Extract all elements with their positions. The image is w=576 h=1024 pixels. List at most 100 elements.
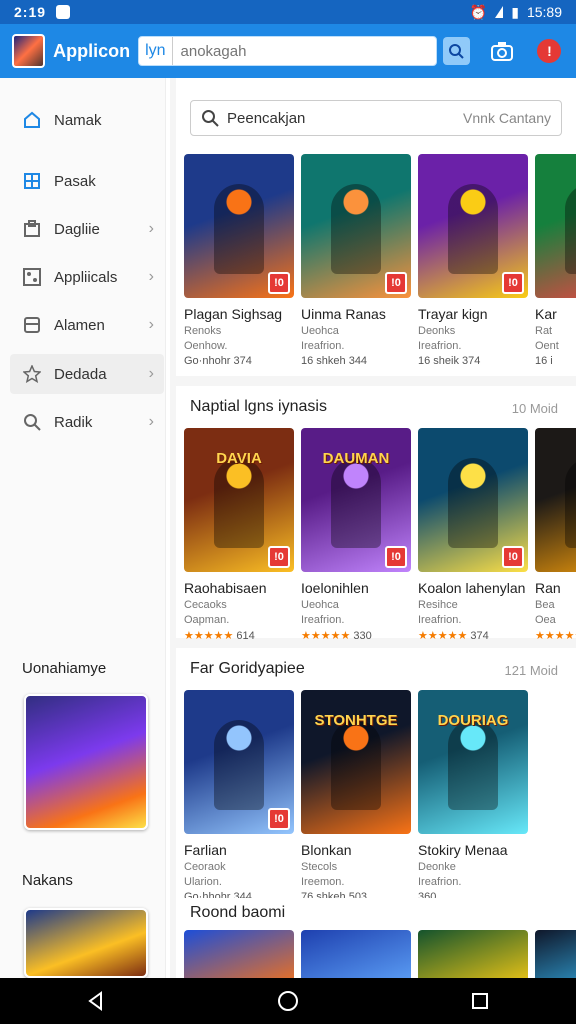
- search-icon: [202, 110, 219, 127]
- sidebar-item-alamen[interactable]: Alamen ›: [10, 305, 164, 345]
- game-cover-image[interactable]: [301, 930, 411, 978]
- sidebar-game-thumb[interactable]: [24, 694, 148, 830]
- notification-button[interactable]: !: [535, 36, 564, 66]
- game-developer: Rat: [535, 325, 553, 337]
- camera-button[interactable]: [488, 36, 517, 66]
- game-tile[interactable]: !0 Plagan Sighsag Renoks Oenhow. Go·nhohr 37…: [184, 154, 294, 367]
- status-time-right: 15:89: [526, 4, 562, 20]
- game-title[interactable]: Blonkan: [301, 842, 411, 858]
- game-tile[interactable]: !0 Uinma Ranas Ueohca Ireafrion. 16 shkeh 34…: [301, 154, 411, 367]
- game-cover-image[interactable]: DAVIA !0: [184, 428, 294, 572]
- game-title[interactable]: Plagan Sighsag: [184, 306, 294, 322]
- main-content: Peencakjan Vnnk Cantany !0 Plagan Sighsag…: [170, 78, 576, 978]
- game-tile[interactable]: STONHTGE Blonkan Stecols Ireemon. 76 shkeh 5…: [301, 690, 411, 903]
- game-developer: Deonks: [418, 325, 456, 337]
- chevron-right-icon: ›: [148, 413, 154, 430]
- sidebar-item-label: Alamen: [54, 316, 105, 334]
- character-illustration: [448, 720, 498, 810]
- game-cover-image[interactable]: !0: [184, 154, 294, 298]
- section-count[interactable]: 10 Moid: [512, 401, 558, 416]
- search-box[interactable]: lyn: [138, 36, 437, 66]
- game-title[interactable]: Stokiry Menaa: [418, 842, 528, 858]
- rating-value: 16 shkeh 344: [301, 355, 368, 367]
- star-icon: [22, 364, 42, 384]
- game-title[interactable]: Trayar kign: [418, 306, 528, 322]
- section-title: Naptial lgns iynasis: [190, 398, 327, 415]
- game-cover-image[interactable]: [184, 930, 294, 978]
- search-input[interactable]: [180, 42, 421, 60]
- sidebar-item-appliicals[interactable]: Appliicals ›: [10, 257, 164, 297]
- character-illustration: [565, 184, 576, 274]
- cover-title-text: DAVIA: [216, 450, 262, 467]
- sidebar-item-pasak[interactable]: Pasak: [10, 161, 164, 201]
- sidebar-item-label: Dedada: [54, 365, 107, 383]
- section-count[interactable]: 121 Moid: [505, 663, 558, 678]
- game-tile[interactable]: !0 Trayar kign Deonks Ireafrion. 16 sheik 37…: [418, 154, 528, 367]
- rating-value: 330: [353, 630, 372, 642]
- game-title[interactable]: Ioelonihlen: [301, 580, 411, 596]
- home-icon[interactable]: [277, 990, 299, 1012]
- section-card: Far Goridyapiee 121 Moid !0 Farlian Ceorao…: [176, 648, 576, 903]
- game-cover-image[interactable]: !0: [418, 428, 528, 572]
- sidebar-item-namak[interactable]: Namak: [10, 100, 164, 140]
- rating-badge: !0: [385, 546, 407, 568]
- game-cover-image[interactable]: DAUMAN !0: [301, 428, 411, 572]
- game-rating: 16 i: [535, 355, 576, 367]
- game-cover-image[interactable]: !0: [301, 154, 411, 298]
- game-title[interactable]: Koalon lahenylan: [418, 580, 528, 596]
- recents-icon[interactable]: [470, 991, 490, 1011]
- chevron-right-icon: ›: [148, 268, 154, 285]
- game-title[interactable]: Farlian: [184, 842, 294, 858]
- game-category: Oea: [535, 614, 556, 626]
- rating-badge: !0: [268, 808, 290, 830]
- game-cover-image[interactable]: !0: [184, 690, 294, 834]
- game-cover-image[interactable]: !0: [535, 154, 576, 298]
- sidebar-item-dagliie[interactable]: Dagliie ›: [10, 209, 164, 249]
- character-illustration: [331, 720, 381, 810]
- rating-value: Go·nhohr 374: [184, 355, 252, 367]
- search-tag[interactable]: lyn: [139, 37, 173, 65]
- game-title[interactable]: Kar: [535, 306, 576, 322]
- game-tile[interactable]: !0 Koalon lahenylan Resihce Ireafrion. ★★★★★…: [418, 428, 528, 642]
- sidebar-section-title: Nakans: [22, 872, 73, 889]
- game-cover-image[interactable]: !0: [418, 154, 528, 298]
- game-title[interactable]: Uinma Ranas: [301, 306, 411, 322]
- sidebar-game-thumb[interactable]: [24, 908, 148, 978]
- game-tile[interactable]: !0 Ran Bea Oea ★★★★★ !0: [535, 428, 576, 642]
- cover-title-text: DOURIAG: [437, 712, 509, 729]
- game-category: Oent: [535, 340, 559, 352]
- star-rating-icon: ★★★★★: [535, 630, 576, 642]
- camera-icon: [491, 42, 514, 61]
- game-title[interactable]: Raohabisaen: [184, 580, 294, 596]
- character-illustration: [214, 184, 264, 274]
- sidebar-item-dedada[interactable]: Dedada ›: [10, 354, 164, 394]
- system-nav-bar: [0, 978, 576, 1024]
- game-developer: Deonke: [418, 861, 456, 873]
- game-cover-image[interactable]: STONHTGE: [301, 690, 411, 834]
- game-cover-image[interactable]: !0: [535, 428, 576, 572]
- game-rating: ★★★★★ !0: [535, 629, 576, 642]
- game-tile[interactable]: !0 Kar Rat Oent 16 i: [535, 154, 576, 367]
- status-icons: ⏰ ▮ 15:89: [470, 4, 562, 21]
- game-tile[interactable]: DAUMAN !0 Ioelonihlen Ueohca Ireafrion. ★★★★★…: [301, 428, 411, 642]
- content-search-bar[interactable]: Peencakjan Vnnk Cantany: [190, 100, 562, 136]
- sidebar-item-radik[interactable]: Radik ›: [10, 402, 164, 442]
- game-tile[interactable]: DAVIA !0 Raohabisaen Cecaoks Oapman. ★★★★★ 61…: [184, 428, 294, 642]
- game-tile[interactable]: !0 Farlian Ceoraok Ularion. Go·hhohr 344: [184, 690, 294, 903]
- game-tile[interactable]: DOURIAG Stokiry Menaa Deonke Ireafrion. 360: [418, 690, 528, 903]
- game-cover-image[interactable]: [535, 930, 576, 978]
- character-illustration: [214, 458, 264, 548]
- game-cover-image[interactable]: DOURIAG: [418, 690, 528, 834]
- app-logo[interactable]: [12, 34, 46, 68]
- game-category: Ularion.: [184, 876, 222, 888]
- game-title[interactable]: Ran: [535, 580, 576, 596]
- game-cover-image[interactable]: [418, 930, 528, 978]
- rating-badge: !0: [502, 546, 524, 568]
- character-illustration: [214, 720, 264, 810]
- game-category: Ireemon.: [301, 876, 345, 888]
- chevron-right-icon: ›: [148, 220, 154, 237]
- home-icon: [22, 110, 42, 130]
- back-icon[interactable]: [86, 991, 106, 1011]
- search-button[interactable]: [442, 37, 470, 65]
- app-name: Applicon: [53, 40, 131, 61]
